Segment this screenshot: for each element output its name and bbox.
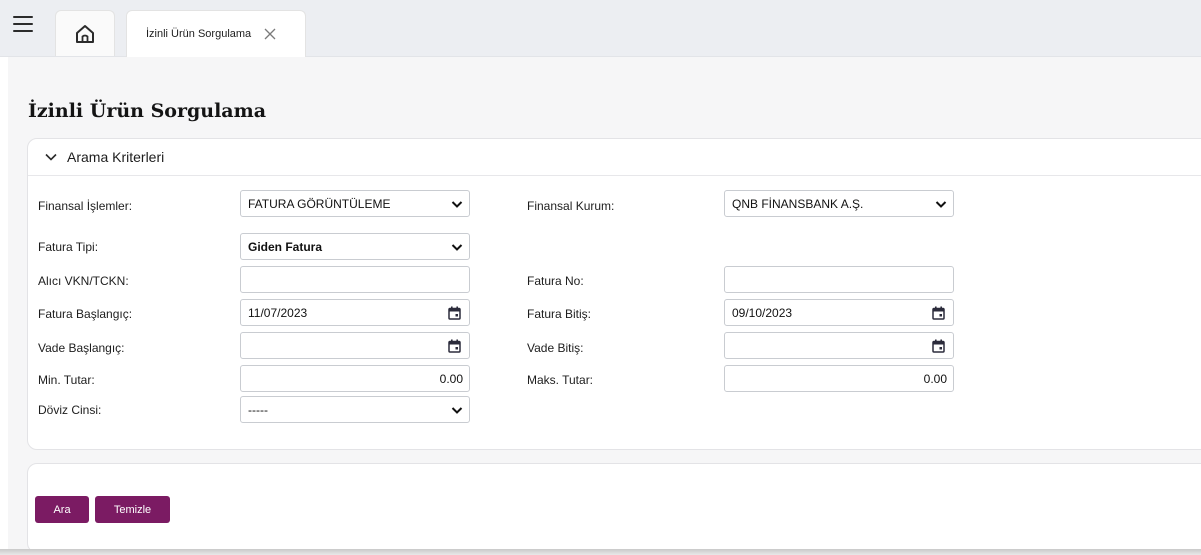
tab-izinli-urun-sorgulama[interactable]: İzinli Ürün Sorgulama	[126, 10, 306, 57]
chevron-down-icon	[451, 404, 463, 416]
vade-bitis-label: Vade Bitiş:	[527, 341, 584, 355]
chevron-down-icon[interactable]	[45, 153, 57, 161]
finansal-islemler-value: FATURA GÖRÜNTÜLEME	[248, 196, 391, 211]
vade-baslangic-label: Vade Başlangıç:	[38, 341, 125, 355]
fatura-tipi-select[interactable]: Giden Fatura	[240, 233, 470, 260]
maks-tutar-label: Maks. Tutar:	[527, 373, 594, 387]
chevron-down-icon	[935, 198, 947, 210]
doviz-cinsi-label: Döviz Cinsi:	[38, 403, 102, 417]
finansal-kurum-select[interactable]: QNB FİNANSBANK A.Ş.	[724, 190, 954, 217]
vade-bitis-date[interactable]	[724, 332, 954, 359]
bottom-edge	[0, 549, 1201, 555]
doviz-cinsi-value: -----	[248, 402, 268, 417]
finansal-kurum-label: Finansal Kurum:	[527, 199, 615, 213]
hamburger-menu-icon[interactable]	[13, 16, 33, 34]
actions-panel	[27, 463, 1201, 553]
calendar-icon[interactable]	[448, 339, 461, 353]
finansal-islemler-label: Finansal İşlemler:	[38, 199, 133, 213]
min-tutar-value: 0.00	[439, 371, 463, 386]
page-title: İzinli Ürün Sorgulama	[28, 100, 267, 122]
finansal-islemler-select[interactable]: FATURA GÖRÜNTÜLEME	[240, 190, 470, 217]
fatura-bitis-value: 09/10/2023	[732, 305, 793, 320]
chevron-down-icon	[451, 241, 463, 253]
tab-label: İzinli Ürün Sorgulama	[146, 28, 252, 40]
calendar-icon[interactable]	[932, 306, 945, 320]
fatura-no-label: Fatura No:	[527, 274, 584, 288]
min-tutar-label: Min. Tutar:	[38, 373, 95, 387]
fatura-bitis-label: Fatura Bitiş:	[527, 307, 592, 321]
alici-vkn-label: Alıcı VKN/TCKN:	[38, 274, 129, 288]
fatura-no-input[interactable]	[724, 266, 954, 293]
fatura-baslangic-value: 11/07/2023	[248, 305, 308, 320]
home-icon	[76, 24, 94, 43]
maks-tutar-value: 0.00	[923, 371, 947, 386]
fatura-tipi-label: Fatura Tipi:	[38, 240, 99, 254]
calendar-icon[interactable]	[932, 339, 945, 353]
clear-button[interactable]: Temizle	[95, 496, 170, 523]
panel-header[interactable]: Arama Kriterleri	[28, 139, 1201, 176]
calendar-icon[interactable]	[448, 306, 461, 320]
fatura-bitis-date[interactable]: 09/10/2023	[724, 299, 954, 326]
min-tutar-input[interactable]: 0.00	[240, 365, 470, 392]
chevron-down-icon	[451, 198, 463, 210]
panel-title: Arama Kriterleri	[67, 149, 165, 165]
close-icon[interactable]	[263, 27, 277, 41]
doviz-cinsi-select[interactable]: -----	[240, 396, 470, 423]
finansal-kurum-value: QNB FİNANSBANK A.Ş.	[732, 196, 864, 211]
search-button[interactable]: Ara	[35, 496, 89, 523]
tab-home[interactable]	[55, 10, 115, 56]
fatura-baslangic-label: Fatura Başlangıç:	[38, 307, 133, 321]
vade-baslangic-date[interactable]	[240, 332, 470, 359]
search-criteria-panel: Arama Kriterleri	[27, 138, 1201, 450]
fatura-baslangic-date[interactable]: 11/07/2023	[240, 299, 470, 326]
alici-vkn-input[interactable]	[240, 266, 470, 293]
fatura-tipi-value: Giden Fatura	[248, 239, 323, 254]
maks-tutar-input[interactable]: 0.00	[724, 365, 954, 392]
